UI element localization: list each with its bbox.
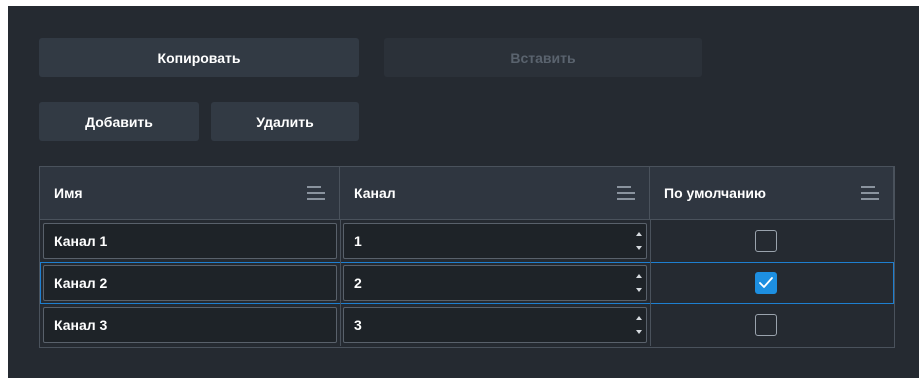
column-divider bbox=[340, 220, 341, 262]
paste-button[interactable]: Вставить bbox=[384, 38, 702, 77]
channel-spinbox[interactable]: 1 bbox=[343, 223, 647, 259]
default-checkbox[interactable] bbox=[755, 272, 777, 294]
name-value: Канал 2 bbox=[54, 275, 108, 291]
channel-value: 3 bbox=[354, 317, 362, 333]
column-menu-icon[interactable] bbox=[861, 186, 879, 200]
column-header-channel-label: Канал bbox=[354, 185, 396, 201]
table-row[interactable]: Канал 1 1 bbox=[40, 220, 894, 262]
column-header-default-label: По умолчанию bbox=[664, 185, 766, 201]
settings-panel: Копировать Вставить Добавить Удалить Имя… bbox=[8, 6, 919, 378]
column-header-channel[interactable]: Канал bbox=[340, 167, 650, 220]
channel-value: 1 bbox=[354, 233, 362, 249]
name-input[interactable]: Канал 2 bbox=[43, 265, 337, 301]
copy-button[interactable]: Копировать bbox=[39, 38, 359, 77]
column-header-name[interactable]: Имя bbox=[40, 167, 340, 220]
column-divider bbox=[340, 304, 341, 346]
name-input[interactable]: Канал 3 bbox=[43, 307, 337, 343]
column-divider bbox=[650, 262, 651, 304]
column-header-name-label: Имя bbox=[54, 185, 83, 201]
up-down-arrows-icon[interactable] bbox=[636, 274, 642, 292]
default-checkbox[interactable] bbox=[755, 230, 777, 252]
up-down-arrows-icon[interactable] bbox=[636, 316, 642, 334]
name-value: Канал 1 bbox=[54, 233, 108, 249]
delete-button[interactable]: Удалить bbox=[211, 102, 359, 141]
up-down-arrows-icon[interactable] bbox=[636, 232, 642, 250]
table-row[interactable]: Канал 3 3 bbox=[40, 304, 894, 346]
name-input[interactable]: Канал 1 bbox=[43, 223, 337, 259]
column-menu-icon[interactable] bbox=[617, 186, 635, 200]
name-value: Канал 3 bbox=[54, 317, 108, 333]
default-checkbox[interactable] bbox=[755, 314, 777, 336]
add-button[interactable]: Добавить bbox=[39, 102, 199, 141]
checkmark-icon bbox=[759, 277, 773, 288]
column-divider bbox=[650, 220, 651, 262]
channels-table: Имя Канал По умолчанию Канал 1 1 Канал 2… bbox=[39, 166, 895, 348]
channel-spinbox[interactable]: 3 bbox=[343, 307, 647, 343]
table-row-selected[interactable]: Канал 2 2 bbox=[40, 262, 894, 304]
column-header-default[interactable]: По умолчанию bbox=[650, 167, 894, 220]
column-divider bbox=[340, 262, 341, 304]
channel-spinbox[interactable]: 2 bbox=[343, 265, 647, 301]
column-menu-icon[interactable] bbox=[307, 186, 325, 200]
channel-value: 2 bbox=[354, 275, 362, 291]
column-divider bbox=[650, 304, 651, 346]
